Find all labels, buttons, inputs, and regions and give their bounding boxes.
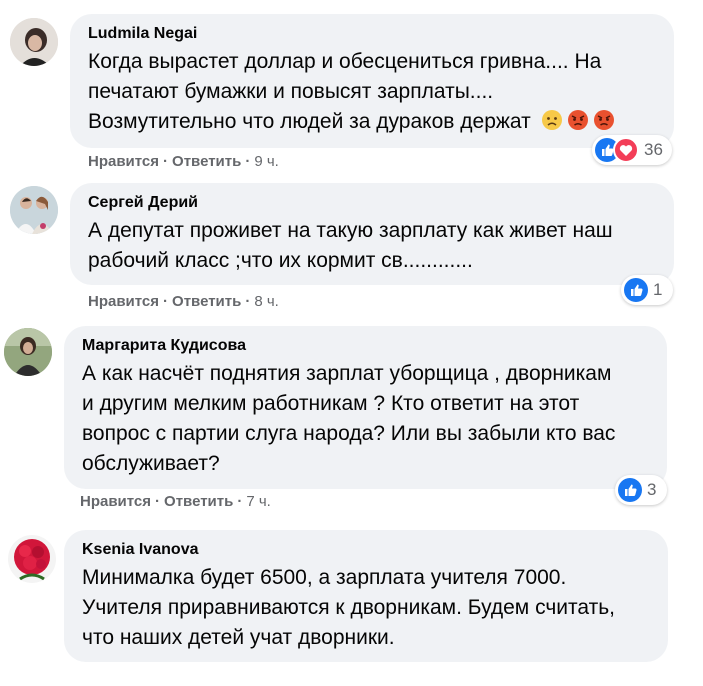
reaction-count: 1 — [653, 280, 663, 299]
like-link[interactable]: Нравится — [80, 493, 151, 510]
comment-author[interactable]: Ksenia Ivanova — [82, 540, 652, 560]
like-icon — [618, 478, 642, 502]
like-link[interactable]: Нравится — [88, 293, 159, 310]
angry-emoji-icon — [593, 110, 614, 130]
comment-text: А депутат проживет на такую зарплату как… — [88, 219, 613, 272]
avatar[interactable] — [8, 535, 56, 583]
comment-author[interactable]: Ludmila Negai — [88, 24, 658, 44]
comment-bubble: Ludmila Negai Когда вырастет доллар и об… — [70, 14, 674, 148]
comment-bubble: Сергей Дерий А депутат проживет на такую… — [70, 183, 674, 285]
comment-actions: Нравится · Ответить · 9 ч. — [88, 153, 279, 170]
reaction-summary[interactable]: 3 — [615, 475, 667, 505]
reply-link[interactable]: Ответить — [172, 293, 241, 310]
like-icon — [624, 278, 648, 302]
comment-bubble: Ksenia Ivanova Минималка будет 6500, а з… — [64, 530, 668, 662]
avatar[interactable] — [10, 18, 58, 66]
comment-text: Когда вырастет доллар и обесцениться гри… — [88, 47, 658, 137]
reply-link[interactable]: Ответить — [164, 493, 233, 510]
love-icon — [613, 137, 639, 163]
comment-time[interactable]: 8 ч. — [254, 293, 279, 310]
comment-actions: Нравится · Ответить · 7 ч. — [80, 493, 271, 510]
comment-time[interactable]: 9 ч. — [254, 153, 279, 170]
avatar[interactable] — [10, 186, 58, 234]
reaction-summary[interactable]: 1 — [621, 275, 673, 305]
reaction-count: 3 — [647, 480, 657, 499]
comment-text: А как насчёт поднятия зарплат уборщица ,… — [82, 362, 616, 475]
reaction-summary[interactable]: 36 — [592, 135, 672, 165]
avatar[interactable] — [4, 328, 52, 376]
sad-emoji-icon — [541, 110, 562, 130]
like-link[interactable]: Нравится — [88, 153, 159, 170]
comment-author[interactable]: Маргарита Кудисова — [82, 336, 651, 356]
reaction-count: 36 — [644, 140, 663, 159]
comment-author[interactable]: Сергей Дерий — [88, 193, 658, 213]
reply-link[interactable]: Ответить — [172, 153, 241, 170]
comment-actions: Нравится · Ответить · 8 ч. — [88, 293, 279, 310]
angry-emoji-icon — [567, 110, 588, 130]
comment-bubble: Маргарита Кудисова А как насчёт поднятия… — [64, 326, 667, 489]
comment-text: Минималка будет 6500, а зарплата учителя… — [82, 566, 616, 649]
comment-time[interactable]: 7 ч. — [246, 493, 271, 510]
